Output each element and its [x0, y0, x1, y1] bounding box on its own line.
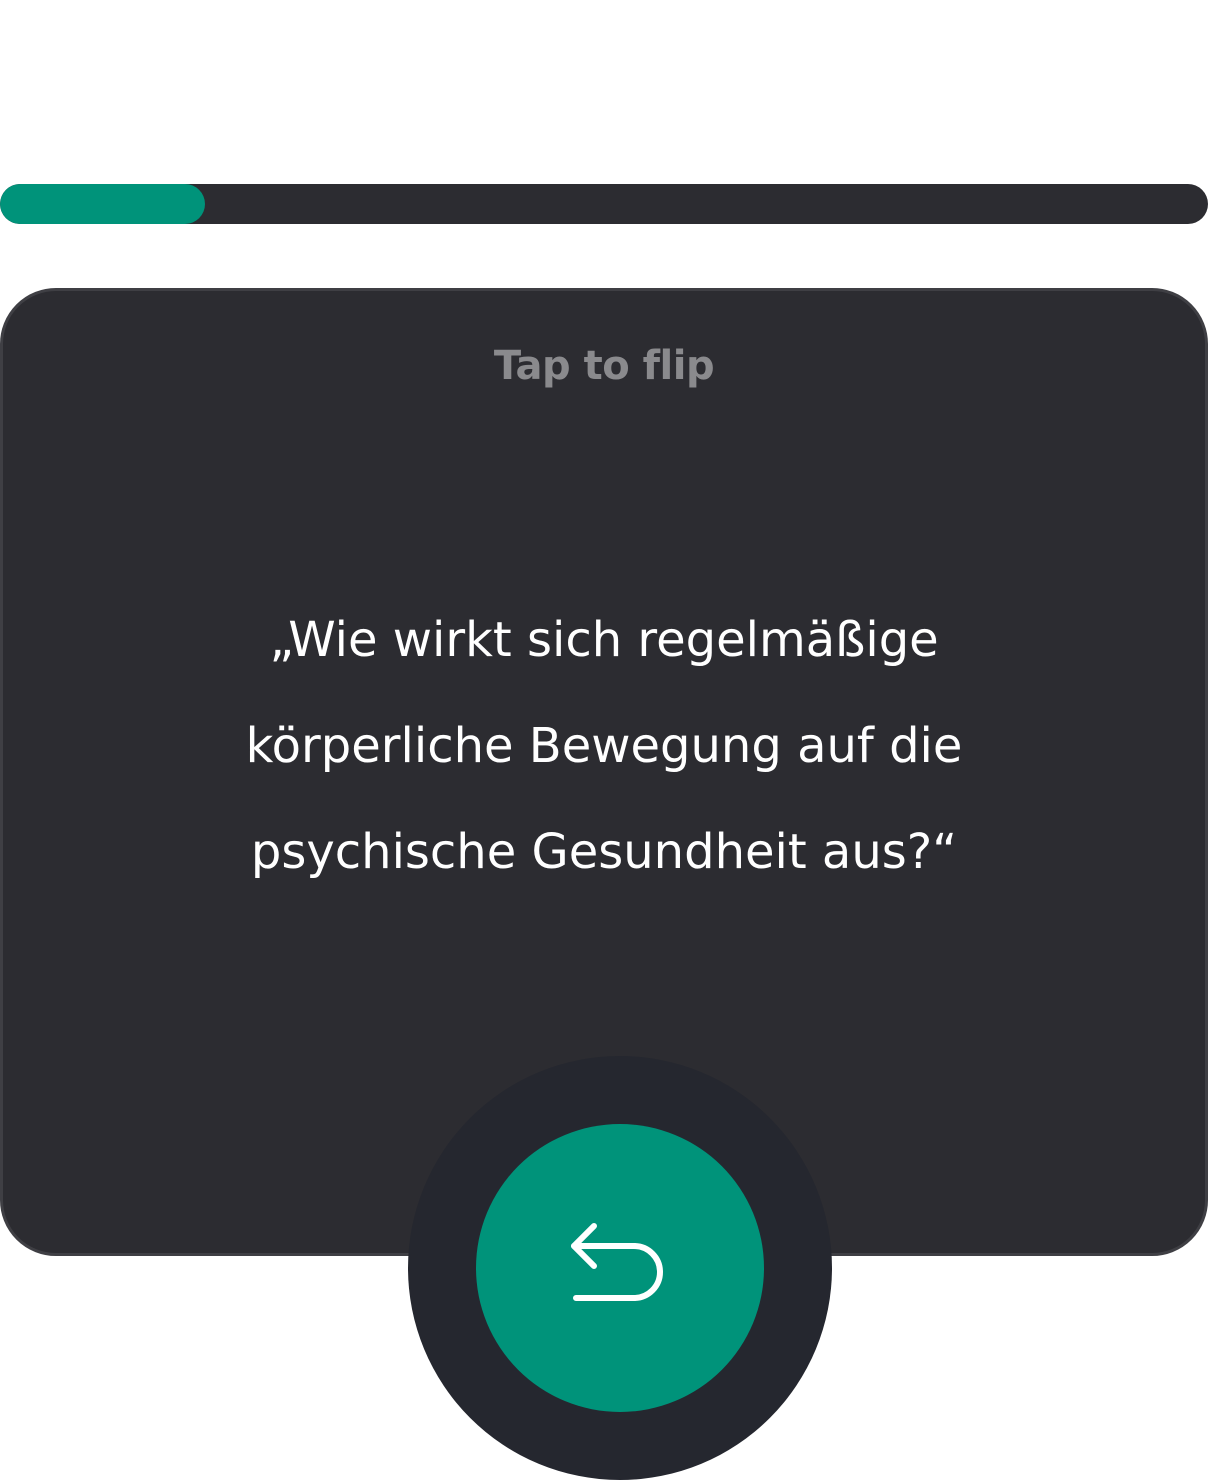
- flashcard-question: „Wie wirkt sich regelmäßige körperliche …: [245, 612, 963, 880]
- undo-arrow-icon: [564, 1212, 676, 1324]
- flip-card-button[interactable]: [476, 1124, 764, 1412]
- progress-bar: [0, 184, 1208, 224]
- tap-to-flip-hint: Tap to flip: [493, 343, 715, 389]
- progress-bar-fill: [0, 184, 206, 224]
